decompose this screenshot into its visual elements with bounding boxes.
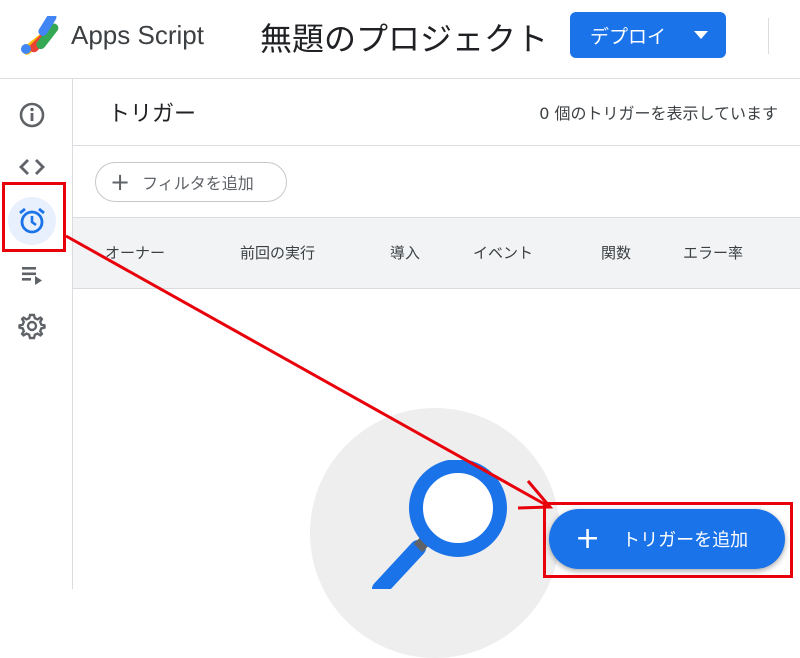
add-filter-label: フィルタを追加: [142, 174, 254, 193]
column-header-deployment[interactable]: 導入: [390, 242, 420, 263]
plus-icon: +: [110, 168, 131, 196]
page-title: トリガー: [108, 102, 197, 127]
deploy-label: デプロイ: [590, 25, 667, 48]
magnifier-icon: [372, 460, 507, 589]
apps-script-logo-icon: [21, 16, 59, 55]
column-header-last-run[interactable]: 前回の実行: [240, 242, 315, 263]
caret-down-icon: [694, 31, 708, 39]
divider: [768, 18, 769, 54]
project-title[interactable]: 無題のプロジェクト: [260, 14, 548, 60]
nav-settings[interactable]: [8, 302, 56, 350]
top-bar: Apps Script 無題のプロジェクト デプロイ: [0, 0, 800, 79]
nav-executions[interactable]: [8, 251, 56, 299]
column-header-event[interactable]: イベント: [473, 242, 533, 263]
info-icon: [19, 102, 45, 128]
divider: [73, 145, 800, 146]
gear-icon: [18, 313, 46, 340]
highlight-box-triggers-nav: [2, 182, 66, 252]
trigger-count-text: 0 個のトリガーを表示しています: [539, 104, 778, 123]
deploy-button[interactable]: デプロイ: [570, 12, 726, 58]
nav-overview[interactable]: [8, 91, 56, 139]
add-trigger-button[interactable]: + トリガーを追加: [549, 509, 785, 569]
add-trigger-label: トリガーを追加: [622, 530, 749, 551]
plus-icon: +: [575, 521, 601, 556]
table-header: オーナー 前回の実行 導入 イベント 関数 エラー率: [73, 217, 800, 289]
side-nav-rail: [0, 79, 73, 589]
playlist-play-icon: [22, 267, 42, 285]
add-filter-button[interactable]: + フィルタを追加: [95, 162, 287, 202]
column-header-error-rate[interactable]: エラー率: [683, 242, 743, 263]
column-header-function[interactable]: 関数: [601, 242, 631, 263]
column-header-owner[interactable]: オーナー: [105, 242, 165, 263]
app-name: Apps Script: [71, 20, 204, 50]
code-icon: [19, 159, 45, 175]
